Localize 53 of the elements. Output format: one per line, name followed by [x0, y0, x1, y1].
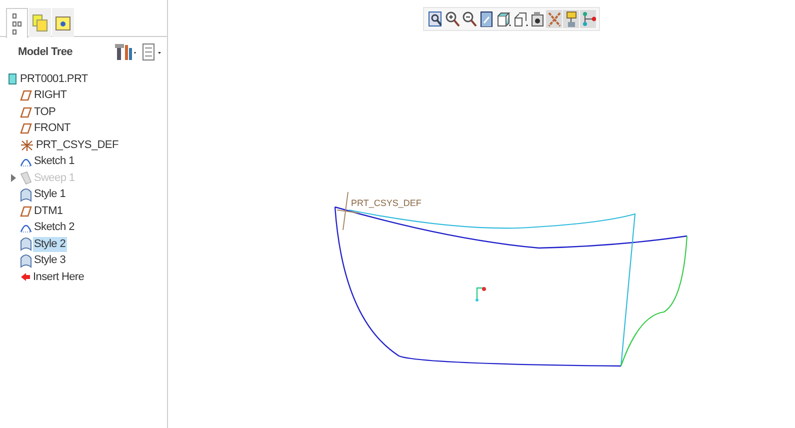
tree-item[interactable]: Sketch 1: [33, 154, 76, 170]
tree-icon: [12, 12, 22, 34]
csys-icon: [20, 138, 34, 152]
toolbar-button[interactable]: [444, 10, 460, 28]
sketch-icon: [20, 156, 32, 168]
tree-item[interactable]: RIGHT: [33, 88, 68, 104]
part-icon: [8, 73, 18, 86]
sketch-icon: [20, 222, 32, 234]
folders-icon: [32, 14, 48, 32]
surface-icon: [20, 254, 32, 268]
tree-item[interactable]: DTM1: [33, 204, 64, 219]
tree-item[interactable]: PRT0001.PRT: [19, 72, 89, 87]
list-icon[interactable]: [141, 43, 163, 61]
surface-icon: [20, 237, 32, 252]
toolbar-button[interactable]: [478, 10, 494, 28]
zoom-in-icon: [444, 11, 460, 27]
surface-icon: [20, 188, 32, 202]
cross-icon: [546, 11, 562, 27]
tree-item[interactable]: PRT_CSYS_DEF: [35, 138, 120, 153]
tree-item[interactable]: Style 2: [33, 236, 67, 252]
navigator-tab[interactable]: [29, 8, 51, 37]
tree-item[interactable]: Style 3: [33, 253, 67, 268]
plane-icon: [20, 123, 32, 134]
stacked-cube-icon: [512, 11, 528, 27]
refit-icon: [428, 11, 442, 27]
panel-title: Model Tree: [18, 44, 72, 60]
cube-icon: [496, 11, 510, 27]
toolbar-button[interactable]: [529, 10, 545, 28]
tree-item[interactable]: Style 1: [33, 187, 67, 202]
sweep-icon: [20, 171, 32, 186]
navigator-tab[interactable]: [6, 8, 28, 38]
zoom-out-icon: [462, 11, 476, 27]
tree-item[interactable]: FRONT: [33, 121, 72, 136]
toolbar-button[interactable]: [580, 10, 596, 28]
navigator-tab[interactable]: [52, 8, 74, 37]
toolbar-button[interactable]: [461, 10, 477, 28]
toolbar-button[interactable]: [512, 10, 528, 28]
camera-icon: [530, 11, 544, 27]
tree-item[interactable]: TOP: [33, 104, 57, 120]
plane-icon: [20, 90, 32, 102]
toolbar-button[interactable]: [427, 10, 443, 28]
plane-icon: [20, 206, 32, 217]
csys-label: PRT_CSYS_DEF: [351, 198, 422, 208]
tree-item[interactable]: Insert Here: [32, 270, 86, 285]
page-icon: [478, 11, 494, 27]
origin-marker-icon: [476, 287, 486, 302]
tree-item[interactable]: Sketch 2: [33, 220, 76, 236]
plane-icon: [20, 106, 32, 118]
toolbar-button[interactable]: [495, 10, 511, 28]
network-icon: [580, 11, 596, 27]
arrow-icon: [20, 272, 31, 282]
tools-icon[interactable]: [115, 43, 137, 61]
folder-icon: [55, 15, 71, 31]
